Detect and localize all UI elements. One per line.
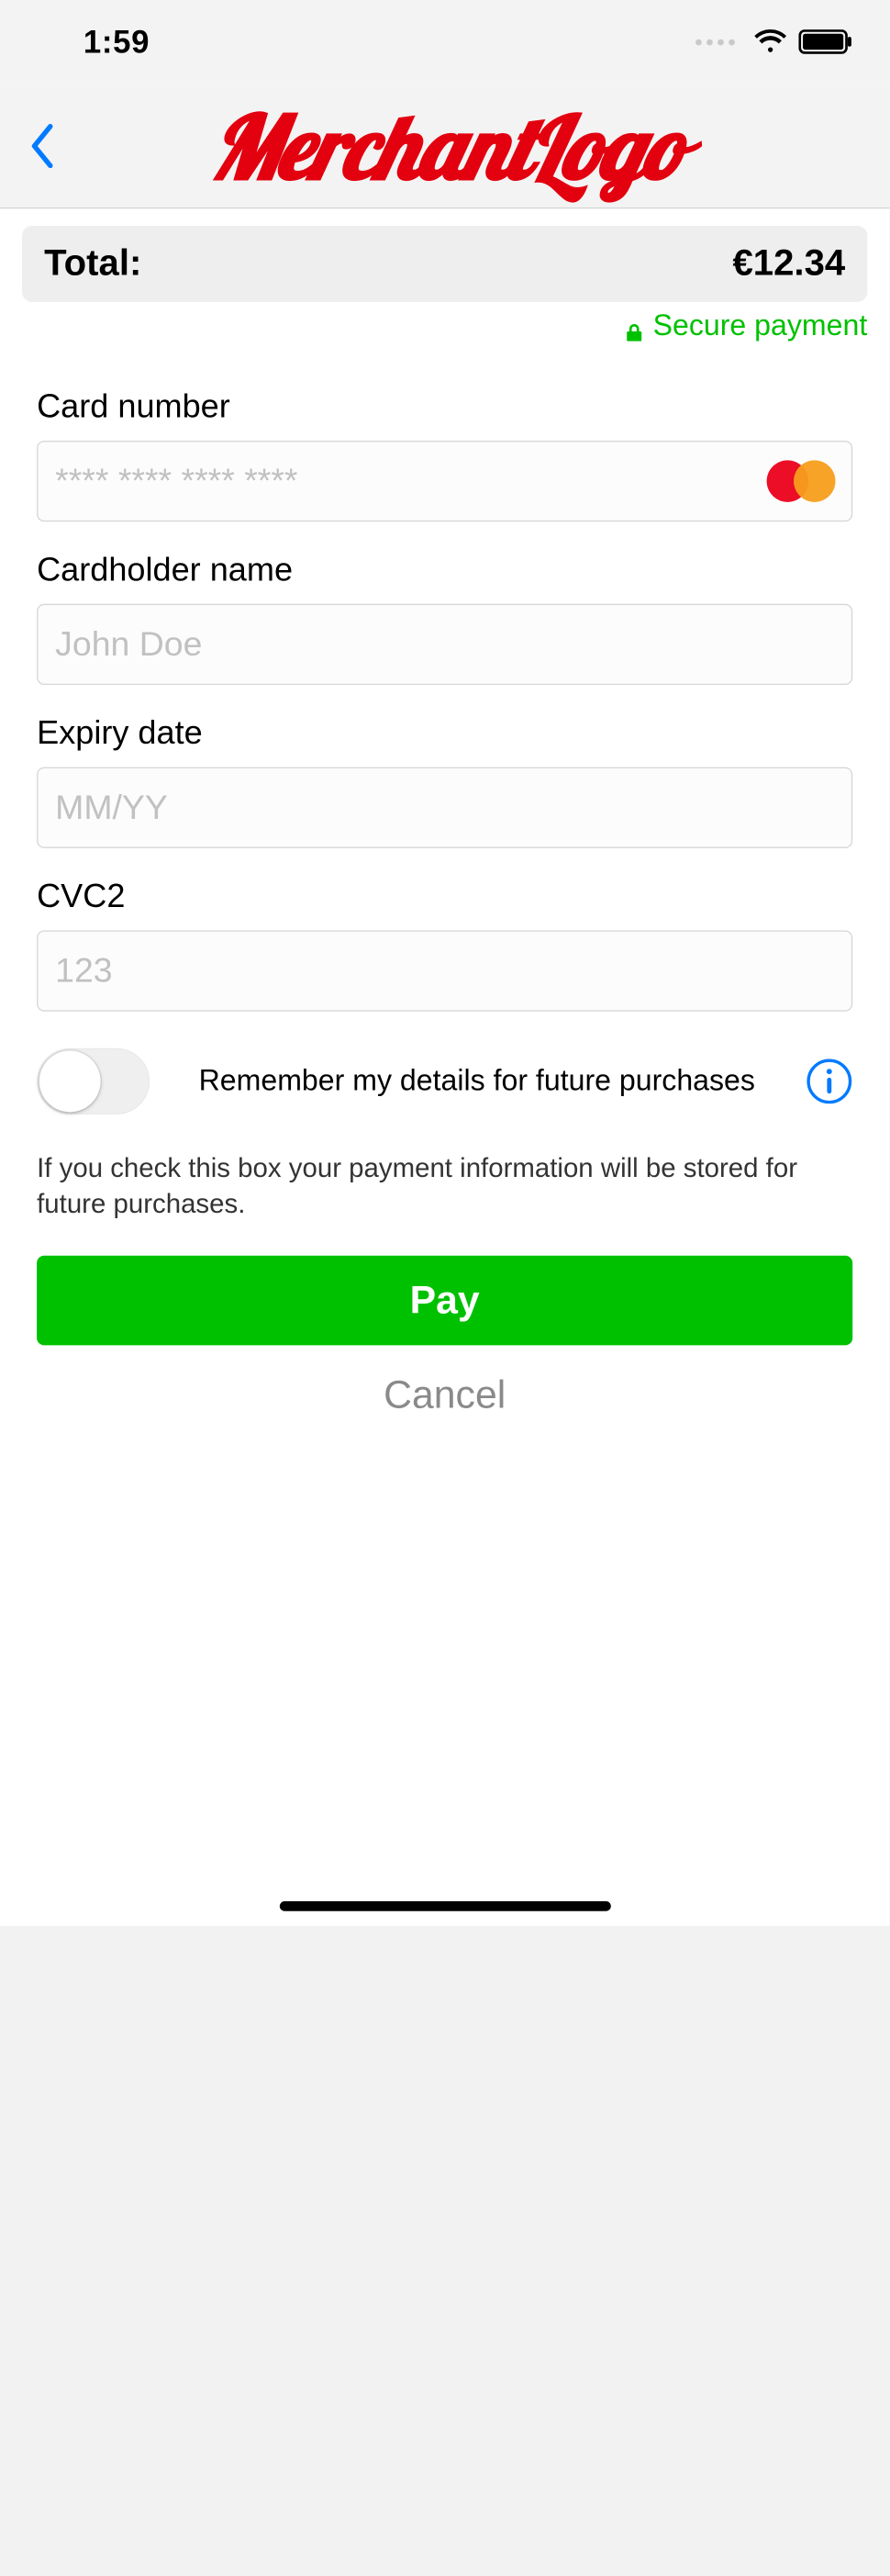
cellular-dots-icon [695, 39, 735, 45]
cancel-button[interactable]: Cancel [37, 1346, 852, 1418]
secure-label: Secure payment [653, 309, 868, 343]
status-indicators [695, 29, 852, 54]
remember-label: Remember my details for future purchases [199, 1064, 757, 1098]
remember-helper-text: If you check this box your payment infor… [37, 1134, 852, 1256]
info-button[interactable] [806, 1058, 852, 1104]
remember-toggle[interactable] [37, 1048, 150, 1114]
status-time: 1:59 [83, 23, 150, 61]
remember-row: Remember my details for future purchases [37, 1041, 852, 1135]
cvc-input[interactable] [37, 930, 852, 1011]
pay-button[interactable]: Pay [37, 1256, 852, 1346]
content: Total: €12.34 Secure payment Card number… [0, 208, 889, 1925]
payment-form: Card number Cardholder name Expiry date … [0, 343, 889, 1417]
cardholder-name-label: Cardholder name [37, 551, 852, 588]
total-bar: Total: €12.34 [22, 226, 867, 302]
chevron-left-icon [29, 123, 54, 167]
expiry-date-label: Expiry date [37, 714, 852, 752]
card-number-input[interactable] [37, 441, 852, 521]
mastercard-icon [767, 460, 836, 501]
merchant-logo: MerchantLogo [0, 101, 889, 189]
info-icon [806, 1058, 852, 1104]
cvc-label: CVC2 [37, 878, 852, 915]
home-indicator [279, 1901, 610, 1911]
expiry-date-input[interactable] [37, 767, 852, 848]
back-button[interactable] [17, 115, 66, 176]
status-bar: 1:59 [0, 0, 889, 84]
card-number-label: Card number [37, 387, 852, 425]
wifi-icon [754, 29, 786, 54]
total-label: Total: [44, 243, 141, 285]
secure-payment-badge: Secure payment [0, 302, 889, 343]
battery-icon [798, 29, 852, 54]
cardholder-name-input[interactable] [37, 604, 852, 685]
lock-icon [626, 317, 643, 336]
nav-header: MerchantLogo [0, 84, 889, 208]
total-amount: €12.34 [733, 243, 846, 285]
